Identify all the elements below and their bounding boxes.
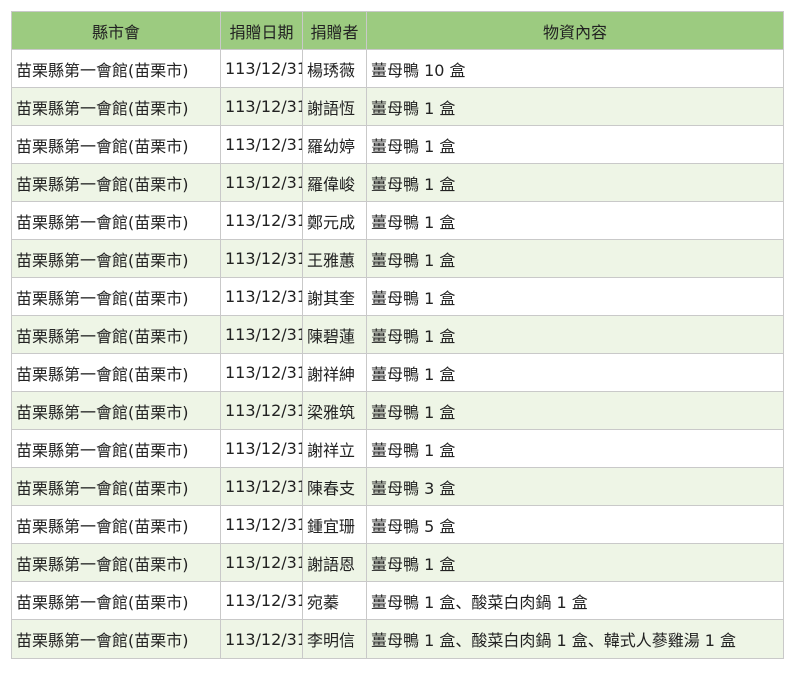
header-items: 物資內容 (366, 11, 784, 50)
cell-donor: 鍾宜珊 (302, 505, 367, 544)
cell-region: 苗栗縣第一會館(苗栗市) (11, 315, 221, 354)
cell-donor: 謝祥立 (302, 429, 367, 468)
table-row: 苗栗縣第一會館(苗栗市) 113/12/31 羅幼婷 薑母鴨 1 盒 (11, 125, 784, 164)
table-row: 苗栗縣第一會館(苗栗市) 113/12/31 謝其奎 薑母鴨 1 盒 (11, 277, 784, 316)
cell-region: 苗栗縣第一會館(苗栗市) (11, 277, 221, 316)
cell-donor: 陳碧蓮 (302, 315, 367, 354)
cell-region: 苗栗縣第一會館(苗栗市) (11, 125, 221, 164)
cell-items: 薑母鴨 1 盒、酸菜白肉鍋 1 盒 (366, 581, 784, 620)
table-row: 苗栗縣第一會館(苗栗市) 113/12/31 楊琇薇 薑母鴨 10 盒 (11, 49, 784, 88)
table-row: 苗栗縣第一會館(苗栗市) 113/12/31 梁雅筑 薑母鴨 1 盒 (11, 391, 784, 430)
cell-donor: 王雅蕙 (302, 239, 367, 278)
cell-items: 薑母鴨 1 盒 (366, 277, 784, 316)
cell-items: 薑母鴨 1 盒 (366, 87, 784, 126)
cell-items: 薑母鴨 5 盒 (366, 505, 784, 544)
cell-region: 苗栗縣第一會館(苗栗市) (11, 429, 221, 468)
cell-donor: 楊琇薇 (302, 49, 367, 88)
cell-items: 薑母鴨 10 盒 (366, 49, 784, 88)
cell-date: 113/12/31 (220, 429, 303, 468)
cell-items: 薑母鴨 1 盒 (366, 201, 784, 240)
cell-donor: 謝語恆 (302, 87, 367, 126)
cell-items: 薑母鴨 1 盒 (366, 239, 784, 278)
cell-region: 苗栗縣第一會館(苗栗市) (11, 239, 221, 278)
table-row: 苗栗縣第一會館(苗栗市) 113/12/31 鄭元成 薑母鴨 1 盒 (11, 201, 784, 240)
cell-date: 113/12/31 (220, 125, 303, 164)
cell-donor: 梁雅筑 (302, 391, 367, 430)
cell-items: 薑母鴨 1 盒 (366, 429, 784, 468)
table-row: 苗栗縣第一會館(苗栗市) 113/12/31 李明信 薑母鴨 1 盒、酸菜白肉鍋 1 … (11, 619, 784, 659)
cell-region: 苗栗縣第一會館(苗栗市) (11, 87, 221, 126)
header-donor: 捐贈者 (302, 11, 367, 50)
header-region: 縣市會 (11, 11, 221, 50)
cell-region: 苗栗縣第一會館(苗栗市) (11, 581, 221, 620)
cell-items: 薑母鴨 1 盒 (366, 163, 784, 202)
donation-table: 縣市會 捐贈日期 捐贈者 物資內容 苗栗縣第一會館(苗栗市) 113/12/31 楊… (11, 11, 784, 659)
cell-donor: 羅偉峻 (302, 163, 367, 202)
cell-date: 113/12/31 (220, 619, 303, 659)
cell-donor: 謝祥紳 (302, 353, 367, 392)
cell-items: 薑母鴨 1 盒 (366, 543, 784, 582)
cell-date: 113/12/31 (220, 315, 303, 354)
cell-date: 113/12/31 (220, 391, 303, 430)
table-row: 苗栗縣第一會館(苗栗市) 113/12/31 王雅蕙 薑母鴨 1 盒 (11, 239, 784, 278)
cell-date: 113/12/31 (220, 49, 303, 88)
table-row: 苗栗縣第一會館(苗栗市) 113/12/31 宛蓁 薑母鴨 1 盒、酸菜白肉鍋 1 盒 (11, 581, 784, 620)
table-row: 苗栗縣第一會館(苗栗市) 113/12/31 謝語恩 薑母鴨 1 盒 (11, 543, 784, 582)
table-header-row: 縣市會 捐贈日期 捐贈者 物資內容 (11, 11, 784, 50)
cell-region: 苗栗縣第一會館(苗栗市) (11, 49, 221, 88)
table-row: 苗栗縣第一會館(苗栗市) 113/12/31 陳春支 薑母鴨 3 盒 (11, 467, 784, 506)
cell-region: 苗栗縣第一會館(苗栗市) (11, 163, 221, 202)
cell-donor: 謝語恩 (302, 543, 367, 582)
cell-items: 薑母鴨 1 盒 (366, 125, 784, 164)
cell-date: 113/12/31 (220, 277, 303, 316)
cell-date: 113/12/31 (220, 87, 303, 126)
cell-date: 113/12/31 (220, 353, 303, 392)
cell-items: 薑母鴨 1 盒 (366, 315, 784, 354)
cell-date: 113/12/31 (220, 543, 303, 582)
cell-date: 113/12/31 (220, 505, 303, 544)
cell-donor: 陳春支 (302, 467, 367, 506)
table-row: 苗栗縣第一會館(苗栗市) 113/12/31 謝祥立 薑母鴨 1 盒 (11, 429, 784, 468)
table-row: 苗栗縣第一會館(苗栗市) 113/12/31 鍾宜珊 薑母鴨 5 盒 (11, 505, 784, 544)
header-date: 捐贈日期 (220, 11, 303, 50)
cell-date: 113/12/31 (220, 467, 303, 506)
cell-region: 苗栗縣第一會館(苗栗市) (11, 353, 221, 392)
table-row: 苗栗縣第一會館(苗栗市) 113/12/31 謝祥紳 薑母鴨 1 盒 (11, 353, 784, 392)
cell-region: 苗栗縣第一會館(苗栗市) (11, 201, 221, 240)
cell-items: 薑母鴨 1 盒 (366, 353, 784, 392)
table-row: 苗栗縣第一會館(苗栗市) 113/12/31 陳碧蓮 薑母鴨 1 盒 (11, 315, 784, 354)
cell-items: 薑母鴨 1 盒、酸菜白肉鍋 1 盒、韓式人蔘雞湯 1 盒 (366, 619, 784, 659)
cell-items: 薑母鴨 1 盒 (366, 391, 784, 430)
donation-table-container: 縣市會 捐贈日期 捐贈者 物資內容 苗栗縣第一會館(苗栗市) 113/12/31 楊… (11, 11, 784, 659)
cell-date: 113/12/31 (220, 201, 303, 240)
cell-donor: 宛蓁 (302, 581, 367, 620)
cell-region: 苗栗縣第一會館(苗栗市) (11, 467, 221, 506)
cell-region: 苗栗縣第一會館(苗栗市) (11, 619, 221, 659)
cell-donor: 李明信 (302, 619, 367, 659)
cell-date: 113/12/31 (220, 163, 303, 202)
cell-items: 薑母鴨 3 盒 (366, 467, 784, 506)
cell-region: 苗栗縣第一會館(苗栗市) (11, 391, 221, 430)
cell-date: 113/12/31 (220, 239, 303, 278)
cell-donor: 羅幼婷 (302, 125, 367, 164)
cell-region: 苗栗縣第一會館(苗栗市) (11, 543, 221, 582)
table-row: 苗栗縣第一會館(苗栗市) 113/12/31 謝語恆 薑母鴨 1 盒 (11, 87, 784, 126)
cell-region: 苗栗縣第一會館(苗栗市) (11, 505, 221, 544)
cell-donor: 鄭元成 (302, 201, 367, 240)
table-row: 苗栗縣第一會館(苗栗市) 113/12/31 羅偉峻 薑母鴨 1 盒 (11, 163, 784, 202)
table-body: 苗栗縣第一會館(苗栗市) 113/12/31 楊琇薇 薑母鴨 10 盒苗栗縣第一會館(… (11, 49, 784, 659)
cell-date: 113/12/31 (220, 581, 303, 620)
cell-donor: 謝其奎 (302, 277, 367, 316)
